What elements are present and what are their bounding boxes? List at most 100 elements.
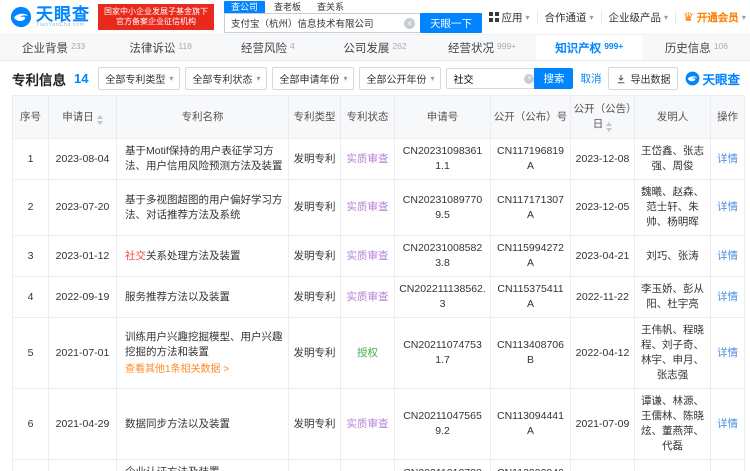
nav-tab-operating[interactable]: 经营状况 999+ [429, 35, 536, 60]
patent-name-cell: 基于多视图超图的用户偏好学习方法、对话推荐方法及系统 [116, 179, 289, 236]
clear-keyword-icon[interactable]: × [524, 73, 535, 84]
nav-tab-count: 118 [178, 40, 192, 51]
detail-link[interactable]: 详情 [717, 291, 738, 303]
export-data-button[interactable]: 导出数据 [608, 67, 679, 90]
nav-tab-background[interactable]: 企业背景 233 [0, 35, 107, 60]
clear-input-icon[interactable]: × [404, 17, 415, 29]
nav-tab-label: 历史信息 [664, 42, 711, 55]
patent-type-cell: 发明专利 [288, 388, 341, 460]
nav-tab-count: 262 [392, 40, 407, 51]
application-no-cell: CN202110475659.2 [394, 388, 491, 460]
patent-name: 训练用户兴趣挖掘模型、用户兴趣挖掘的方法和装置 [125, 330, 284, 360]
filter-publish-year[interactable]: 全部公开年份 ▾ [359, 67, 442, 90]
action-cell: 详情 [710, 276, 745, 318]
nav-tab-count: 106 [713, 40, 728, 51]
serial-cell: 6 [12, 388, 49, 460]
inventors-cell: 李玉娇、彭从阳、杜宇亮 [634, 276, 711, 318]
action-cell: 详情 [710, 317, 745, 389]
menu-cooperation[interactable]: 合作通道 ▾ [538, 10, 601, 25]
publication-date-cell: 2023-12-05 [570, 179, 635, 236]
download-icon [618, 74, 625, 83]
publication-no-cell: CN112990940B [490, 459, 571, 471]
menu-enterprise[interactable]: 企业级产品 ▾ [602, 10, 676, 25]
detail-link[interactable]: 详情 [717, 153, 738, 165]
keyword-search-button[interactable]: 搜索 [534, 68, 574, 89]
publication-date-cell: 2022-04-12 [570, 317, 635, 389]
patent-table-container: 序号 申请日 专利名称 专利类型 专利状态 申请号 公开（公布）号 公开（公告）… [0, 95, 750, 471]
detail-link[interactable]: 详情 [717, 250, 738, 262]
action-cell: 详情 [710, 388, 745, 460]
patent-type-cell: 发明专利 [288, 317, 341, 389]
detail-link[interactable]: 详情 [717, 347, 738, 359]
patent-status-cell: 授权 [340, 459, 395, 471]
apply-date-cell: 2021-02-18 [48, 459, 117, 471]
publication-no-cell: CN115994272A [490, 235, 571, 277]
filter-patent-status[interactable]: 全部专利状态 ▾ [185, 67, 268, 90]
publication-date-cell: 2023-04-07 [570, 459, 635, 471]
menu-apps-label: 应用 [501, 11, 523, 24]
apply-date-cell: 2023-01-12 [48, 235, 117, 277]
table-row: 5 2021-07-01 训练用户兴趣挖掘模型、用户兴趣挖掘的方法和装置 查看其他1条… [12, 317, 745, 389]
cancel-search-link[interactable]: 取消 [580, 71, 601, 86]
chevron-down-icon: ▾ [256, 74, 261, 83]
nav-tab-intellectual-property[interactable]: 知识产权 999+ [535, 35, 643, 60]
detail-link[interactable]: 详情 [717, 418, 738, 430]
patent-name: 基于Motif保持的用户表征学习方法、用户信用风险预测方法及装置 [125, 144, 284, 174]
publication-no-cell: CN117196819A [490, 138, 571, 180]
status-badge: 实质审查 [346, 152, 389, 165]
publication-no-cell: CN113094441A [490, 388, 571, 460]
inventors-cell: 王伟帆、程晓程、刘子奇、林宇、申月、张志强 [634, 317, 711, 389]
filter-label: 全部专利状态 [192, 75, 253, 86]
patent-name: 数据同步方法以及装置 [125, 417, 284, 432]
application-no-cell: CN202310085823.8 [394, 235, 491, 277]
chevron-down-icon: ▾ [589, 12, 594, 22]
header-patent-type: 专利类型 [288, 95, 341, 139]
chevron-down-icon: ▾ [664, 12, 669, 22]
patent-status-cell: 授权 [340, 317, 395, 389]
tab-search-boss[interactable]: 查老板 [267, 1, 308, 13]
status-badge: 实质审查 [346, 201, 389, 213]
patent-name-cell: 训练用户兴趣挖掘模型、用户兴趣挖掘的方法和装置查看其他1条相关数据 > [116, 317, 289, 389]
menu-apps[interactable]: 应用 ▾ [482, 10, 537, 25]
menu-vip[interactable]: ♛ 开通会员 ▾ [676, 10, 750, 25]
application-no-cell: CN202310983611.1 [394, 138, 491, 180]
header-apply-date[interactable]: 申请日 [48, 95, 117, 139]
publication-no-cell: CN115375411A [490, 276, 571, 318]
filter-patent-type[interactable]: 全部专利类型 ▾ [98, 67, 181, 90]
nav-tab-development[interactable]: 公司发展 262 [321, 35, 428, 60]
patent-name-text: 关系处理方法及装置 [146, 249, 241, 262]
company-search-input[interactable] [224, 13, 420, 33]
tianyancha-logo[interactable]: 天眼查 TianYanCha.com [10, 6, 90, 28]
nav-tab-lawsuits[interactable]: 法律诉讼 118 [107, 35, 214, 60]
filter-apply-year[interactable]: 全部申请年份 ▾ [272, 67, 355, 90]
header-publication-no: 公开（公布）号 [490, 95, 571, 139]
detail-link[interactable]: 详情 [717, 201, 738, 213]
nav-tab-count: 4 [289, 40, 295, 51]
patent-status-cell: 实质审查 [340, 388, 395, 460]
chevron-down-icon: ▾ [343, 74, 348, 83]
tab-search-relation[interactable]: 查关系 [310, 1, 351, 13]
chevron-down-icon: ▾ [741, 12, 746, 22]
sort-icon[interactable] [96, 114, 103, 125]
publication-date-cell: 2023-04-21 [570, 235, 635, 277]
header-action: 操作 [710, 95, 745, 139]
search-now-button[interactable]: 天眼一下 [420, 13, 482, 33]
sort-icon[interactable] [606, 122, 613, 132]
serial-cell: 2 [12, 179, 49, 236]
tab-search-company[interactable]: 查公司 [224, 1, 266, 13]
related-data-link[interactable]: 查看其他1条相关数据 > [125, 362, 284, 377]
logo-text: 天眼查 [36, 4, 90, 24]
table-header-row: 序号 申请日 专利名称 专利类型 专利状态 申请号 公开（公布）号 公开（公告）… [12, 95, 745, 139]
search-tabs: 查公司 查老板 查关系 [224, 1, 482, 13]
nav-tab-history[interactable]: 历史信息 106 [643, 35, 750, 60]
inventors-cell: 魏曦、赵森、范士轩、朱帅、杨明晖 [634, 179, 711, 236]
status-badge: 实质审查 [346, 417, 389, 430]
patent-name-cell: 服务推荐方法以及装置 [116, 276, 289, 318]
patent-name: 服务推荐方法以及装置 [125, 290, 284, 305]
chevron-down-icon: ▾ [525, 12, 530, 22]
serial-cell: 5 [12, 317, 49, 389]
nav-tab-risk[interactable]: 经营风险 4 [214, 35, 321, 60]
official-banner: 国家中小企业发展子基金旗下 官方备案企业征信机构 [98, 4, 214, 30]
header-publication-date[interactable]: 公开（公告）日 [570, 95, 635, 139]
application-no-cell: CN202211138562.3 [394, 276, 491, 318]
